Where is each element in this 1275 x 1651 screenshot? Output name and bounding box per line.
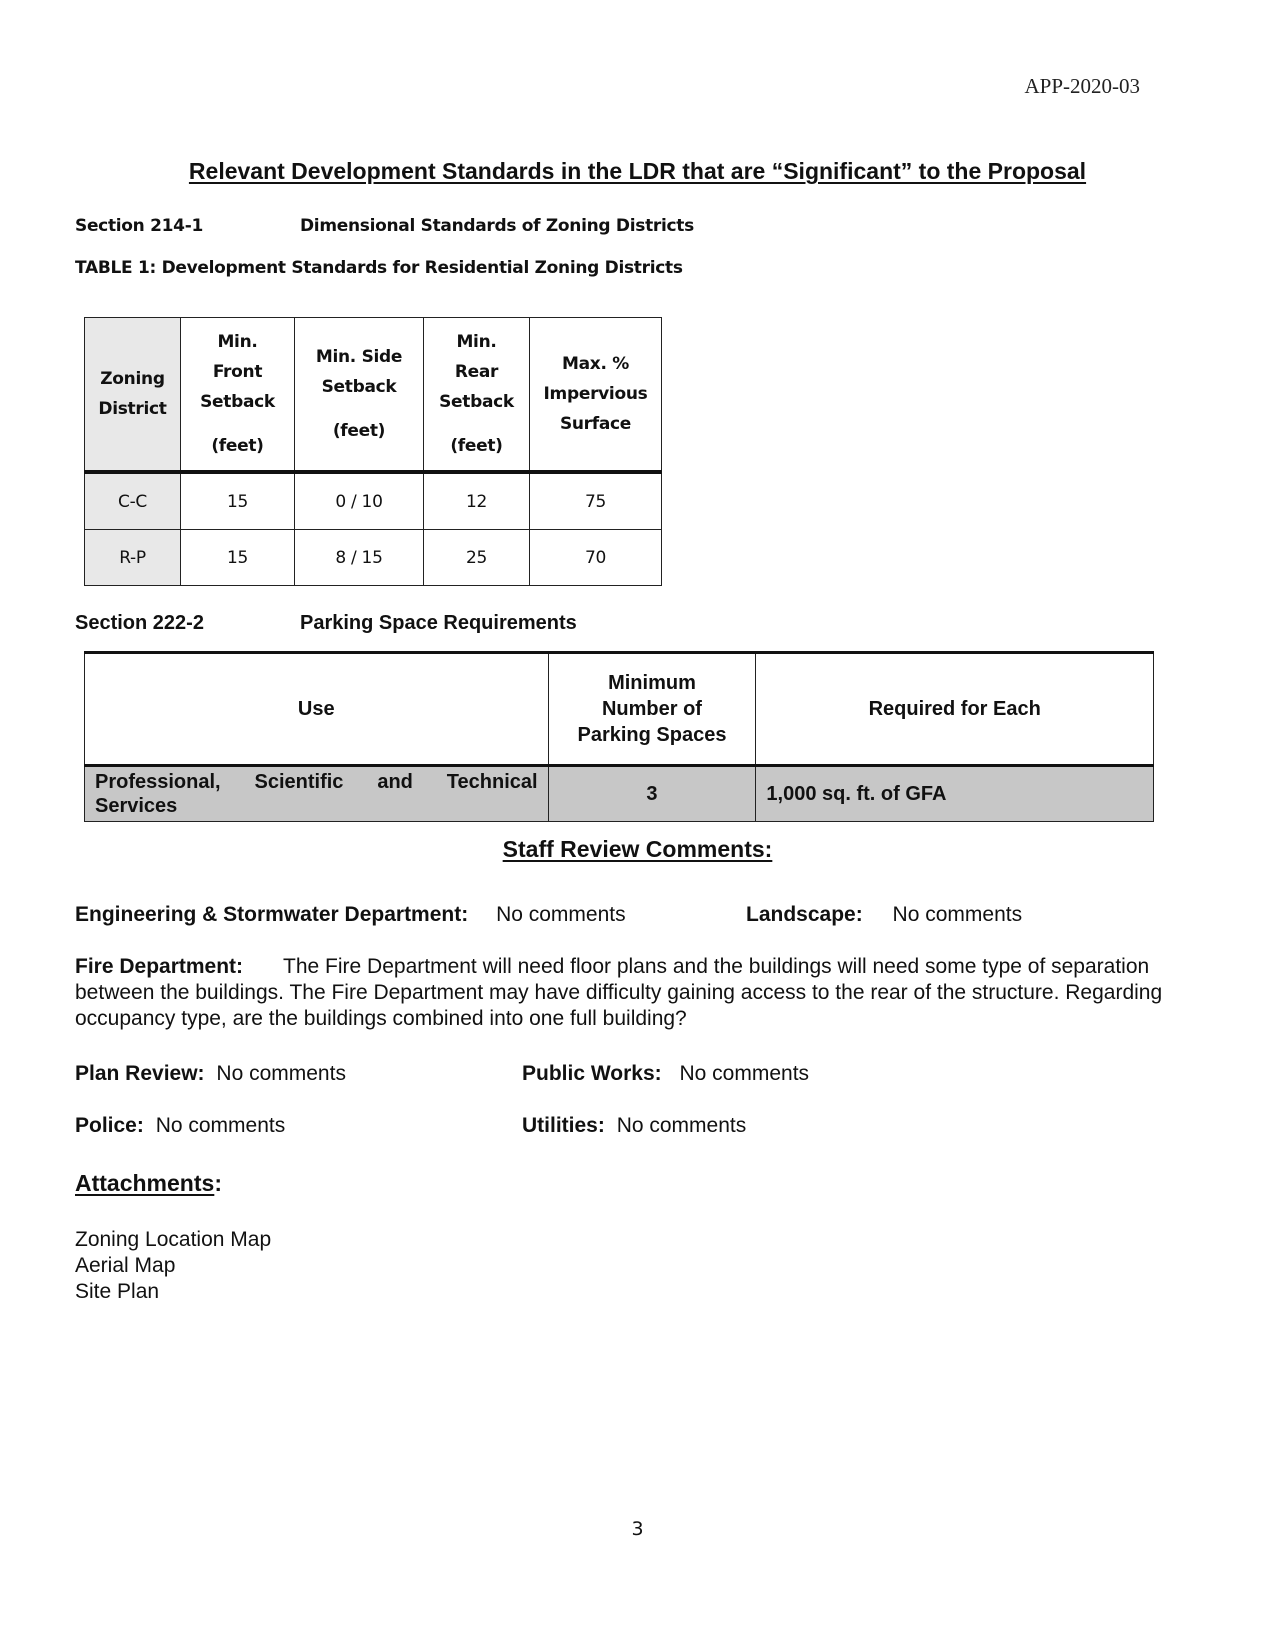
header-required-for-each: Required for Each: [755, 652, 1154, 766]
cell-district: C-C: [84, 471, 181, 530]
utilities-value: No comments: [616, 1114, 747, 1137]
table-header-row: Zoning District Min. Front Setback (feet…: [84, 317, 662, 473]
utilities-label: Utilities:: [522, 1114, 605, 1137]
header-side-setback: Min. Side Setback (feet): [294, 317, 424, 473]
public-works-label: Public Works:: [522, 1062, 662, 1085]
section-222-2-heading: Section 222-2 Parking Space Requirements: [75, 612, 577, 635]
residential-standards-table: Zoning District Min. Front Setback (feet…: [84, 317, 662, 586]
attachment-item: Aerial Map: [75, 1254, 176, 1277]
table-header-row: Use Minimum Number of Parking Spaces Req…: [84, 652, 1154, 766]
police-comment: Police: No comments: [75, 1114, 285, 1138]
header-use: Use: [84, 652, 549, 766]
attachments-heading: Attachments:: [75, 1170, 222, 1196]
document-id: APP-2020-03: [1024, 74, 1140, 98]
parking-requirements-table: Use Minimum Number of Parking Spaces Req…: [84, 651, 1154, 822]
header-impervious-surface: Max. % Impervious Surface: [529, 317, 662, 473]
cell-rear-setback: 12: [423, 471, 530, 530]
section-title: Parking Space Requirements: [300, 612, 577, 634]
table1-caption: TABLE 1: Development Standards for Resid…: [75, 258, 683, 278]
public-works-comment: Public Works: No comments: [522, 1062, 809, 1086]
plan-review-comment: Plan Review: No comments: [75, 1062, 346, 1086]
attachment-item: Site Plan: [75, 1280, 160, 1303]
landscape-value: No comments: [892, 903, 1023, 926]
cell-front-setback: 15: [180, 529, 295, 586]
cell-side-setback: 0 / 10: [294, 471, 424, 530]
table-row: C-C 15 0 / 10 12 75: [84, 471, 662, 530]
header-rear-setback: Min. Rear Setback (feet): [423, 317, 530, 473]
cell-min-spaces: 3: [547, 765, 757, 822]
fire-label: Fire Department:: [75, 955, 244, 978]
header-front-setback: Min. Front Setback (feet): [180, 317, 295, 473]
section-title: Dimensional Standards of Zoning District…: [300, 216, 694, 236]
police-label: Police:: [75, 1114, 144, 1137]
cell-impervious: 70: [529, 529, 662, 586]
table-row: R-P 15 8 / 15 25 70: [84, 529, 662, 586]
public-works-value: No comments: [679, 1062, 810, 1085]
cell-required-for-each: 1,000 sq. ft. of GFA: [755, 765, 1154, 822]
engineering-comment: Engineering & Stormwater Department: No …: [75, 903, 626, 927]
plan-review-label: Plan Review:: [75, 1062, 205, 1085]
cell-impervious: 75: [529, 471, 662, 530]
attachments-list: Zoning Location Map Aerial Map Site Plan: [75, 1227, 271, 1305]
header-min-parking: Minimum Number of Parking Spaces: [547, 652, 757, 766]
landscape-comment: Landscape: No comments: [746, 903, 1022, 927]
police-value: No comments: [155, 1114, 286, 1137]
page-number: 3: [631, 1518, 644, 1540]
cell-front-setback: 15: [180, 471, 295, 530]
fire-department-comment: Fire Department: The Fire Department will…: [75, 954, 1165, 1032]
utilities-comment: Utilities: No comments: [522, 1114, 746, 1138]
engineering-value: No comments: [496, 903, 626, 926]
engineering-label: Engineering & Stormwater Department:: [75, 903, 469, 926]
landscape-label: Landscape:: [746, 903, 863, 926]
cell-use: Professional, Scientific and Technical S…: [84, 765, 549, 822]
cell-district: R-P: [84, 529, 181, 586]
table-row: Professional, Scientific and Technical S…: [84, 765, 1154, 822]
section-number: Section 214-1: [75, 216, 203, 236]
header-zoning-district: Zoning District: [84, 317, 181, 473]
staff-review-heading: Staff Review Comments:: [502, 836, 773, 862]
section-number: Section 222-2: [75, 612, 204, 634]
plan-review-value: No comments: [216, 1062, 346, 1085]
cell-side-setback: 8 / 15: [294, 529, 424, 586]
page-title: Relevant Development Standards in the LD…: [188, 158, 1087, 184]
attachment-item: Zoning Location Map: [75, 1228, 272, 1251]
cell-rear-setback: 25: [423, 529, 530, 586]
section-214-1-heading: Section 214-1 Dimensional Standards of Z…: [75, 216, 694, 236]
